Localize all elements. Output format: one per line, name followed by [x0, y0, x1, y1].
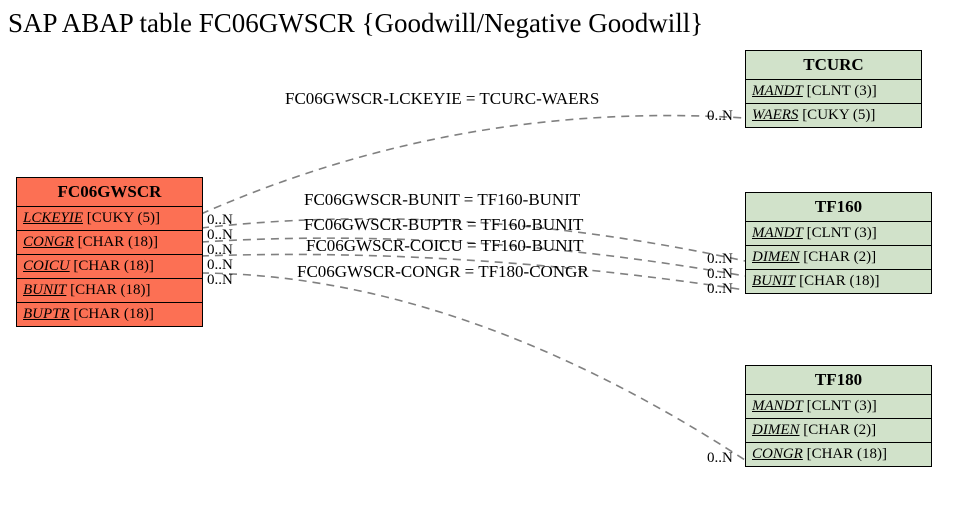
entity-tcurc-field: MANDT [CLNT (3)]	[746, 80, 921, 103]
entity-tf160-field: DIMEN [CHAR (2)]	[746, 245, 931, 269]
entity-tf180-field: CONGR [CHAR (18)]	[746, 442, 931, 466]
edge-label: FC06GWSCR-CONGR = TF180-CONGR	[297, 262, 589, 282]
entity-tf180-field: DIMEN [CHAR (2)]	[746, 418, 931, 442]
entity-tf160-field: MANDT [CLNT (3)]	[746, 222, 931, 245]
cardinality: 0..N	[707, 450, 733, 467]
edge-label: FC06GWSCR-LCKEYIE = TCURC-WAERS	[285, 89, 599, 109]
entity-tcurc-field: WAERS [CUKY (5)]	[746, 103, 921, 127]
edge-label: FC06GWSCR-BUPTR = TF160-BUNIT	[304, 215, 583, 235]
entity-fc06gwscr-field: LCKEYIE [CUKY (5)]	[17, 207, 202, 230]
cardinality: 0..N	[207, 272, 233, 289]
entity-fc06gwscr-field: CONGR [CHAR (18)]	[17, 230, 202, 254]
entity-tcurc: TCURC MANDT [CLNT (3)] WAERS [CUKY (5)]	[745, 50, 922, 128]
cardinality: 0..N	[707, 281, 733, 298]
entity-tf180-field: MANDT [CLNT (3)]	[746, 395, 931, 418]
entity-tf160-field: BUNIT [CHAR (18)]	[746, 269, 931, 293]
entity-fc06gwscr: FC06GWSCR LCKEYIE [CUKY (5)] CONGR [CHAR…	[16, 177, 203, 327]
edge-label: FC06GWSCR-COICU = TF160-BUNIT	[306, 236, 584, 256]
cardinality: 0..N	[707, 108, 733, 125]
entity-tf180-header: TF180	[746, 366, 931, 395]
page-title: SAP ABAP table FC06GWSCR {Goodwill/Negat…	[8, 8, 703, 39]
entity-fc06gwscr-field: BUNIT [CHAR (18)]	[17, 278, 202, 302]
edge-label: FC06GWSCR-BUNIT = TF160-BUNIT	[304, 190, 580, 210]
entity-tf180: TF180 MANDT [CLNT (3)] DIMEN [CHAR (2)] …	[745, 365, 932, 467]
entity-fc06gwscr-field: BUPTR [CHAR (18)]	[17, 302, 202, 326]
entity-fc06gwscr-field: COICU [CHAR (18)]	[17, 254, 202, 278]
entity-tf160: TF160 MANDT [CLNT (3)] DIMEN [CHAR (2)] …	[745, 192, 932, 294]
entity-tf160-header: TF160	[746, 193, 931, 222]
entity-tcurc-header: TCURC	[746, 51, 921, 80]
entity-fc06gwscr-header: FC06GWSCR	[17, 178, 202, 207]
